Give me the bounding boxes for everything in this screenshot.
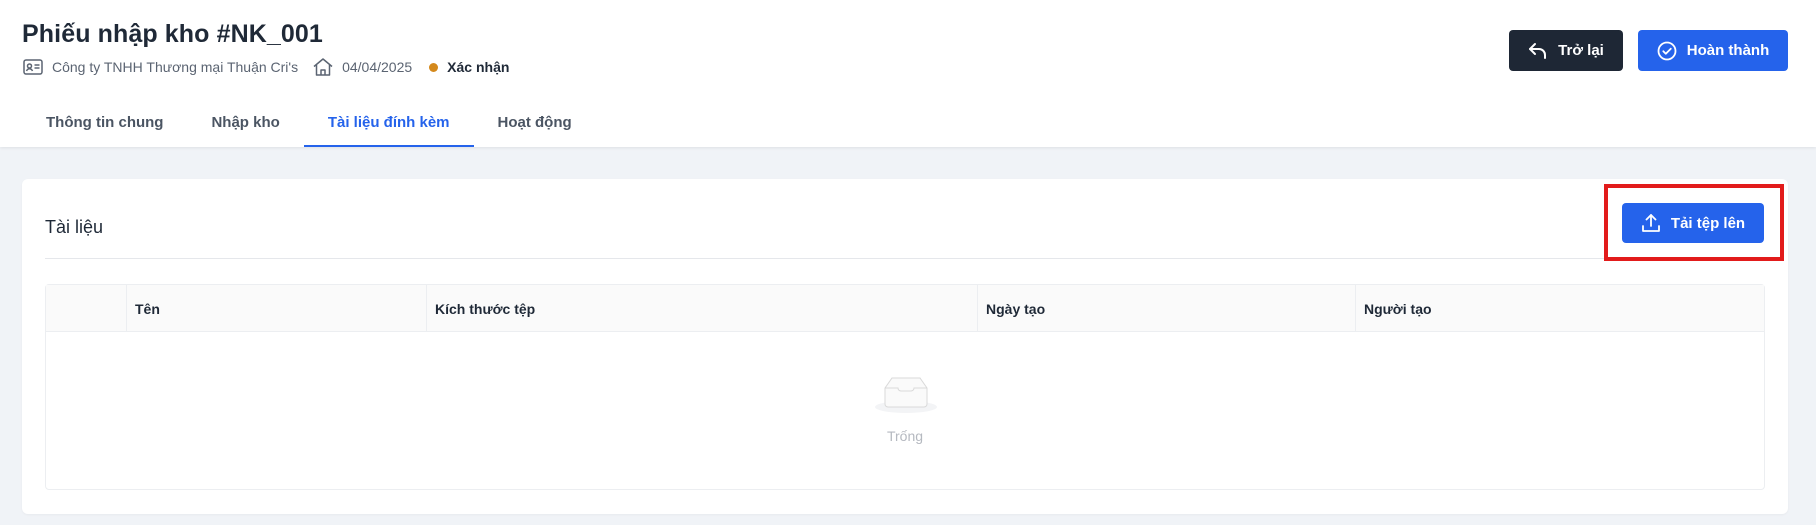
meta-row: Công ty TNHH Thương mại Thuận Cri's 04/0… bbox=[22, 55, 509, 79]
company-name: Công ty TNHH Thương mại Thuận Cri's bbox=[52, 59, 299, 75]
column-header-select bbox=[46, 285, 126, 332]
document-date: 04/04/2025 bbox=[342, 59, 413, 75]
column-header-created-date[interactable]: Ngày tạo bbox=[977, 285, 1355, 332]
empty-text: Trống bbox=[886, 428, 924, 444]
tab-general-info[interactable]: Thông tin chung bbox=[22, 104, 187, 147]
documents-title: Tài liệu bbox=[45, 217, 104, 237]
back-button[interactable]: Trở lại bbox=[1509, 30, 1623, 71]
column-header-file-size[interactable]: Kích thước tệp bbox=[426, 285, 977, 332]
check-circle-icon bbox=[1657, 41, 1677, 60]
page-title: Phiếu nhập kho #NK_001 bbox=[22, 20, 323, 48]
tab-bar: Thông tin chung Nhập kho Tài liệu đính k… bbox=[22, 104, 596, 147]
home-icon bbox=[312, 57, 334, 77]
id-card-icon bbox=[22, 57, 44, 77]
back-button-label: Trở lại bbox=[1558, 42, 1604, 59]
status-badge: Xác nhận bbox=[447, 59, 510, 75]
upload-highlight-box bbox=[1604, 184, 1784, 261]
table-header: Tên Kích thước tệp Ngày tạo Người tạo bbox=[46, 285, 1764, 332]
card-divider bbox=[45, 258, 1765, 259]
tab-attachments[interactable]: Tài liệu đính kèm bbox=[303, 104, 474, 147]
documents-card: Tài liệu Tải tệp lên Tên Kích thước tệp … bbox=[22, 179, 1788, 514]
empty-state: Trống bbox=[46, 332, 1764, 490]
page-header: Phiếu nhập kho #NK_001 Công ty TNHH Thươ… bbox=[0, 0, 1816, 147]
undo-arrow-icon bbox=[1529, 42, 1547, 59]
complete-button[interactable]: Hoàn thành bbox=[1638, 30, 1788, 71]
column-header-created-by[interactable]: Người tạo bbox=[1355, 285, 1764, 332]
documents-table: Tên Kích thước tệp Ngày tạo Người tạo Tr… bbox=[45, 284, 1765, 490]
empty-inbox-icon bbox=[875, 377, 937, 413]
status-dot bbox=[429, 62, 439, 72]
complete-button-label: Hoàn thành bbox=[1686, 42, 1770, 59]
tab-activity[interactable]: Hoạt động bbox=[474, 104, 596, 147]
column-header-name[interactable]: Tên bbox=[126, 285, 426, 332]
tab-stock-in[interactable]: Nhập kho bbox=[187, 104, 303, 147]
